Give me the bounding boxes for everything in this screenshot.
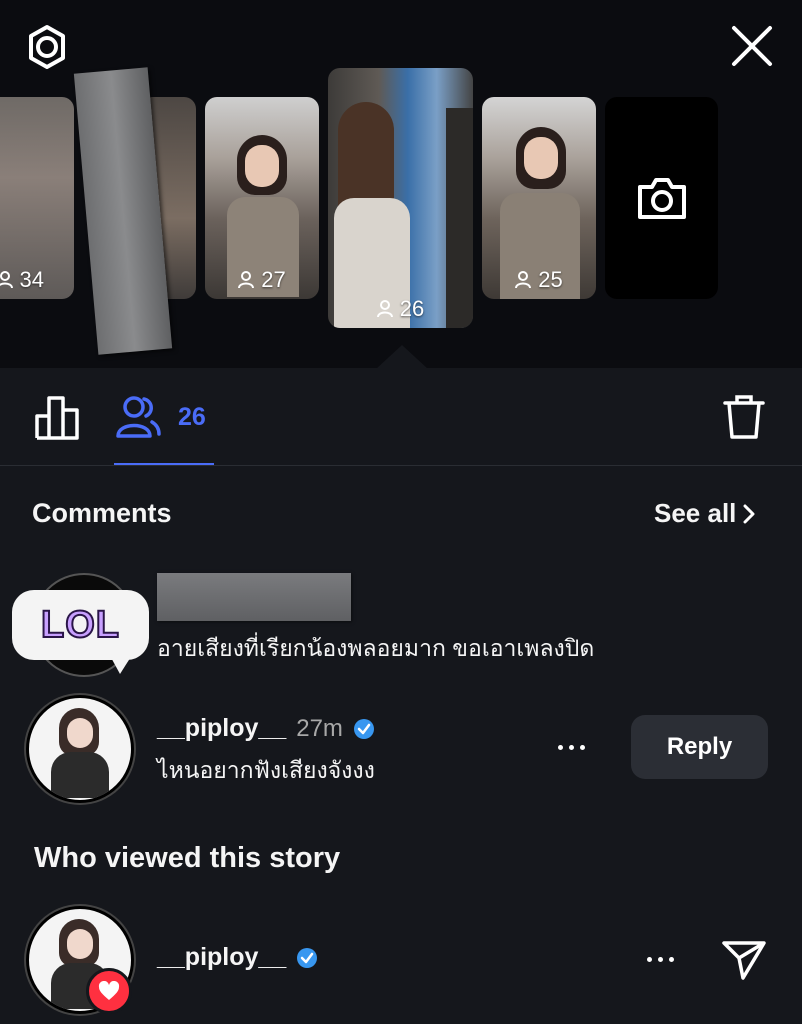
people-icon: [515, 271, 532, 289]
tab-bar: 26: [0, 368, 802, 466]
camera-icon: [637, 178, 686, 219]
story-thumbnail-selected[interactable]: 26: [328, 68, 473, 328]
send-button[interactable]: [720, 938, 768, 982]
tab-insights[interactable]: [32, 392, 82, 442]
delete-button[interactable]: [720, 392, 768, 442]
lol-sticker: LOL: [12, 590, 149, 660]
close-icon: [732, 26, 772, 66]
people-icon: [238, 271, 255, 289]
story-strip: 34 27 26 25: [0, 0, 802, 368]
trash-icon: [723, 395, 765, 439]
gear-icon: [29, 25, 65, 69]
sticker-text: LOL: [40, 603, 120, 647]
sticker-tail: [108, 652, 134, 674]
chevron-right-icon: [743, 504, 755, 523]
tab-viewers[interactable]: 26: [114, 392, 214, 442]
verified-badge-icon: [297, 947, 318, 968]
story-detail-panel: 26 Comments See all LOL อายเสียงที่เรียก…: [0, 368, 802, 1024]
redacted-username: [157, 573, 351, 621]
more-options-icon[interactable]: [647, 957, 674, 962]
selection-pointer: [376, 345, 428, 369]
viewer-count: 26: [399, 296, 425, 321]
story-thumbnail[interactable]: 25: [482, 97, 596, 299]
comments-heading: Comments: [32, 498, 172, 528]
more-options-icon[interactable]: [558, 745, 585, 750]
bar-chart-icon: [35, 396, 79, 440]
username[interactable]: __piploy__: [157, 714, 286, 743]
viewer-count: 34: [19, 267, 44, 292]
people-icon: [376, 300, 393, 318]
comment-time: 27m: [296, 714, 343, 742]
settings-button[interactable]: [22, 22, 72, 72]
send-icon: [722, 941, 766, 980]
story-thumbnail[interactable]: 27: [205, 97, 319, 299]
story-thumbnail[interactable]: 34: [0, 97, 74, 299]
username[interactable]: __piploy__: [157, 943, 286, 972]
people-icon: [0, 271, 13, 289]
viewers-heading: Who viewed this story: [34, 842, 341, 874]
viewers-count: 26: [178, 402, 206, 431]
heart-icon: [98, 981, 120, 1000]
viewer-row: __piploy__: [157, 943, 318, 972]
avatar[interactable]: [26, 695, 134, 803]
see-all-label: See all: [654, 498, 737, 528]
add-story-button[interactable]: [605, 97, 718, 299]
comment-text: ไหนอยากฟังเสียงจังงง: [157, 757, 375, 783]
close-button[interactable]: [726, 20, 778, 72]
comment-text: อายเสียงที่เรียกน้องพลอยมาก ขอเอาเพลงปิด: [157, 635, 595, 661]
see-all-link[interactable]: See all: [654, 498, 756, 529]
reply-button[interactable]: Reply: [631, 715, 768, 779]
tab-underline: [114, 463, 214, 465]
like-badge: [86, 968, 132, 1014]
comment-header: __piploy__ 27m: [157, 714, 375, 743]
viewer-count: 27: [261, 267, 286, 292]
verified-badge-icon: [353, 718, 374, 739]
people-icon: [116, 396, 161, 438]
viewer-count: 25: [538, 267, 563, 292]
